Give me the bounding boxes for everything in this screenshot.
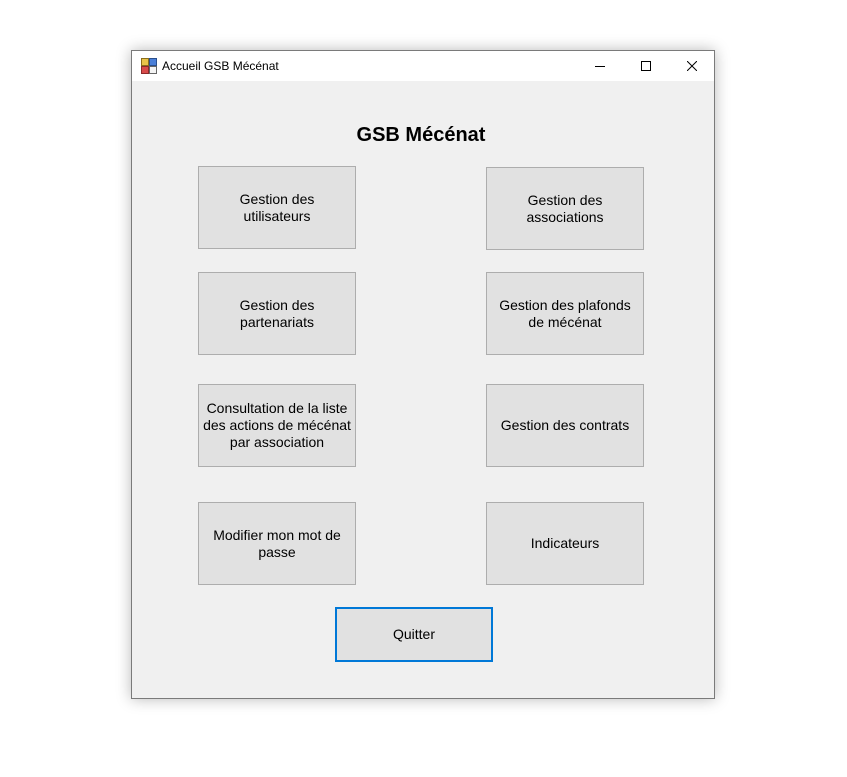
gestion-utilisateurs-label: Gestion des utilisateurs xyxy=(239,190,315,224)
maximize-icon xyxy=(641,61,651,71)
indicateurs-button[interactable]: Indicateurs xyxy=(486,502,644,585)
close-icon xyxy=(687,61,697,71)
gestion-utilisateurs-button[interactable]: Gestion des utilisateurs xyxy=(198,166,356,249)
modifier-mot-de-passe-label: Modifier mon mot de passe xyxy=(213,526,341,560)
minimize-icon xyxy=(595,66,605,67)
modifier-mot-de-passe-button[interactable]: Modifier mon mot de passe xyxy=(198,502,356,585)
app-icon xyxy=(141,58,157,74)
close-button[interactable] xyxy=(669,51,715,81)
window-title: Accueil GSB Mécénat xyxy=(162,59,279,73)
consultation-actions-label: Consultation de la liste des actions de … xyxy=(203,400,351,450)
page-title: GSB Mécénat xyxy=(356,124,486,146)
gestion-partenariats-button[interactable]: Gestion des partenariats xyxy=(198,272,356,355)
consultation-actions-button[interactable]: Consultation de la liste des actions de … xyxy=(198,384,356,467)
gestion-plafonds-button[interactable]: Gestion des plafonds de mécénat xyxy=(486,272,644,355)
gestion-partenariats-label: Gestion des partenariats xyxy=(239,296,315,330)
quitter-label: Quitter xyxy=(392,626,435,642)
gestion-plafonds-label: Gestion des plafonds de mécénat xyxy=(499,296,631,330)
minimize-button[interactable] xyxy=(577,51,623,81)
indicateurs-label: Indicateurs xyxy=(530,535,600,551)
gestion-associations-label: Gestion des associations xyxy=(526,191,604,225)
main-window: Accueil GSB Mécénat GSB Mécénat Gestion … xyxy=(131,50,715,699)
title-bar[interactable]: Accueil GSB Mécénat xyxy=(132,51,714,81)
quitter-button[interactable]: Quitter xyxy=(335,607,493,662)
gestion-associations-button[interactable]: Gestion des associations xyxy=(486,167,644,250)
gestion-contrats-button[interactable]: Gestion des contrats xyxy=(486,384,644,467)
maximize-button[interactable] xyxy=(623,51,669,81)
gestion-contrats-label: Gestion des contrats xyxy=(500,417,630,433)
